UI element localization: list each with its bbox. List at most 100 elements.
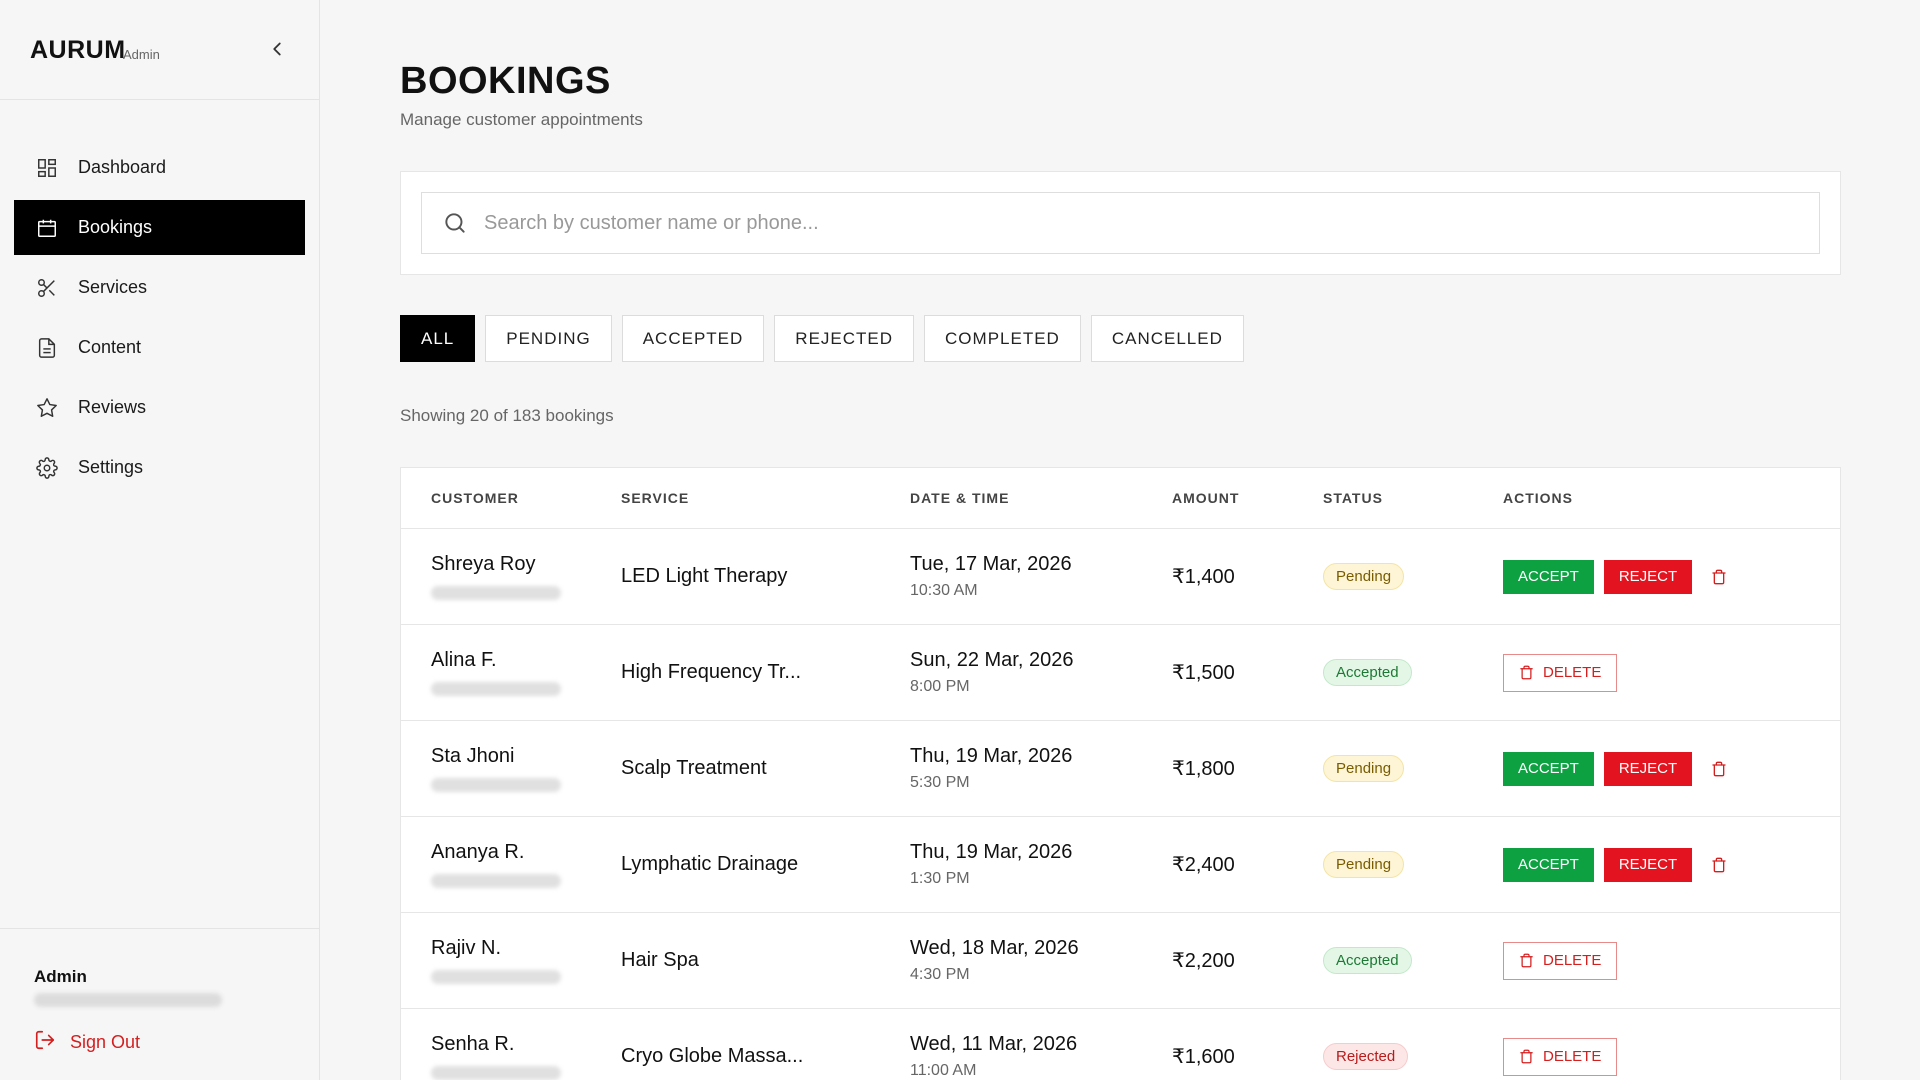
table-row: Sta Jhoni Scalp Treatment Thu, 19 Mar, 2… bbox=[401, 721, 1840, 817]
table-row: Ananya R. Lymphatic Drainage Thu, 19 Mar… bbox=[401, 817, 1840, 913]
customer-phone-redacted bbox=[431, 778, 561, 792]
sidebar: AURUM Admin Dashboard Bookings Services bbox=[0, 0, 320, 1080]
booking-time: 5:30 PM bbox=[910, 774, 970, 791]
reject-button[interactable]: REJECT bbox=[1603, 847, 1693, 882]
booking-time: 8:00 PM bbox=[910, 678, 970, 695]
customer-phone-redacted bbox=[431, 586, 561, 600]
booking-date: Wed, 11 Mar, 2026 bbox=[910, 1033, 1078, 1055]
brand-logo: AURUM bbox=[30, 36, 126, 64]
sidebar-item-bookings[interactable]: Bookings bbox=[14, 200, 305, 255]
brand-header: AURUM Admin bbox=[0, 0, 319, 100]
column-header-amount: AMOUNT bbox=[1172, 490, 1240, 506]
trash-icon[interactable] bbox=[1702, 560, 1736, 594]
accept-button[interactable]: ACCEPT bbox=[1503, 847, 1594, 882]
sidebar-item-content[interactable]: Content bbox=[14, 320, 305, 375]
filter-rejected[interactable]: REJECTED bbox=[774, 315, 915, 362]
booking-time: 1:30 PM bbox=[910, 870, 970, 887]
scissors-icon bbox=[36, 277, 58, 299]
results-count: Showing 20 of 183 bookings bbox=[400, 406, 614, 425]
booking-time: 10:30 AM bbox=[910, 582, 978, 599]
sidebar-item-dashboard[interactable]: Dashboard bbox=[14, 140, 305, 195]
customer-name: Shreya Roy bbox=[431, 553, 536, 575]
logout-icon bbox=[34, 1029, 56, 1056]
filter-completed[interactable]: COMPLETED bbox=[924, 315, 1081, 362]
delete-button[interactable]: DELETE bbox=[1503, 653, 1618, 692]
sidebar-item-label: Dashboard bbox=[78, 157, 167, 177]
table-row: Shreya Roy LED Light Therapy Tue, 17 Mar… bbox=[401, 529, 1840, 625]
trash-icon bbox=[1520, 953, 1533, 968]
admin-email-redacted bbox=[34, 993, 222, 1007]
delete-label: DELETE bbox=[1543, 664, 1602, 681]
table-row: Alina F. High Frequency Tr... Sun, 22 Ma… bbox=[401, 625, 1840, 721]
sidebar-footer: Admin Sign Out bbox=[0, 928, 320, 1080]
column-header-date-time: DATE & TIME bbox=[910, 490, 1010, 506]
sidebar-item-label: Settings bbox=[78, 457, 144, 477]
filter-pending[interactable]: PENDING bbox=[485, 315, 612, 362]
column-header-actions: ACTIONS bbox=[1503, 490, 1573, 506]
status-badge: Pending bbox=[1323, 563, 1405, 590]
table-row: Rajiv N. Hair Spa Wed, 18 Mar, 2026 4:30 … bbox=[401, 913, 1840, 1009]
customer-phone-redacted bbox=[431, 682, 561, 696]
booking-date: Thu, 19 Mar, 2026 bbox=[910, 841, 1073, 863]
trash-icon bbox=[1520, 665, 1533, 680]
sidebar-item-reviews[interactable]: Reviews bbox=[14, 380, 305, 435]
customer-name: Ananya R. bbox=[431, 841, 525, 863]
sidebar-item-label: Content bbox=[78, 337, 142, 357]
trash-icon[interactable] bbox=[1702, 752, 1736, 786]
sidebar-item-label: Services bbox=[78, 277, 148, 297]
delete-button[interactable]: DELETE bbox=[1503, 941, 1618, 980]
filter-all[interactable]: ALL bbox=[400, 315, 476, 362]
reject-button[interactable]: REJECT bbox=[1603, 559, 1693, 594]
gear-icon bbox=[36, 456, 58, 479]
booking-amount: ₹1,400 bbox=[1172, 566, 1235, 588]
table-row: Senha R. Cryo Globe Massa... Wed, 11 Mar… bbox=[401, 1009, 1840, 1080]
bookings-table: CUSTOMER SERVICE DATE & TIME AMOUNT STAT… bbox=[400, 467, 1841, 1080]
calendar-icon bbox=[36, 217, 58, 239]
search-box bbox=[421, 192, 1820, 254]
page-title: BOOKINGS bbox=[400, 60, 611, 102]
booking-amount: ₹1,800 bbox=[1172, 758, 1235, 780]
sidebar-item-settings[interactable]: Settings bbox=[14, 440, 305, 495]
status-badge: Pending bbox=[1323, 851, 1405, 878]
table-header: CUSTOMER SERVICE DATE & TIME AMOUNT STAT… bbox=[401, 468, 1840, 529]
chevron-left-icon[interactable] bbox=[266, 38, 288, 60]
brand-subtitle: Admin bbox=[123, 47, 160, 62]
delete-label: DELETE bbox=[1543, 1048, 1602, 1065]
service-name: Hair Spa bbox=[621, 949, 699, 971]
booking-amount: ₹2,200 bbox=[1172, 950, 1235, 972]
accept-button[interactable]: ACCEPT bbox=[1503, 559, 1594, 594]
filter-cancelled[interactable]: CANCELLED bbox=[1090, 315, 1244, 362]
delete-button[interactable]: DELETE bbox=[1503, 1037, 1618, 1076]
column-header-customer: CUSTOMER bbox=[431, 490, 519, 506]
reject-button[interactable]: REJECT bbox=[1603, 751, 1693, 786]
customer-name: Rajiv N. bbox=[431, 937, 502, 959]
service-name: Scalp Treatment bbox=[621, 757, 767, 779]
service-name: High Frequency Tr... bbox=[621, 661, 802, 683]
sidebar-item-label: Bookings bbox=[78, 217, 153, 237]
booking-time: 4:30 PM bbox=[910, 966, 970, 983]
sign-out-button[interactable]: Sign Out bbox=[34, 1029, 140, 1056]
delete-label: DELETE bbox=[1543, 952, 1602, 969]
customer-name: Alina F. bbox=[431, 649, 497, 671]
document-icon bbox=[36, 337, 58, 359]
status-badge: Accepted bbox=[1323, 947, 1412, 974]
column-header-service: SERVICE bbox=[621, 490, 690, 506]
booking-date: Wed, 18 Mar, 2026 bbox=[910, 937, 1079, 959]
trash-icon[interactable] bbox=[1702, 848, 1736, 882]
filter-accepted[interactable]: ACCEPTED bbox=[621, 315, 765, 362]
status-badge: Rejected bbox=[1323, 1043, 1409, 1070]
page-subtitle: Manage customer appointments bbox=[400, 110, 643, 129]
status-filter-tabs: ALL PENDING ACCEPTED REJECTED COMPLETED … bbox=[400, 315, 1244, 362]
search-card bbox=[400, 171, 1841, 275]
column-header-status: STATUS bbox=[1323, 490, 1383, 506]
booking-date: Thu, 19 Mar, 2026 bbox=[910, 745, 1073, 767]
sidebar-nav: Dashboard Bookings Services Content Revi… bbox=[0, 100, 319, 495]
sidebar-item-label: Reviews bbox=[78, 397, 147, 417]
admin-name: Admin bbox=[34, 967, 87, 986]
accept-button[interactable]: ACCEPT bbox=[1503, 751, 1594, 786]
booking-date: Tue, 17 Mar, 2026 bbox=[910, 553, 1072, 575]
search-input[interactable] bbox=[484, 211, 1819, 235]
customer-phone-redacted bbox=[431, 1066, 561, 1080]
sidebar-item-services[interactable]: Services bbox=[14, 260, 305, 315]
booking-time: 11:00 AM bbox=[910, 1062, 977, 1079]
